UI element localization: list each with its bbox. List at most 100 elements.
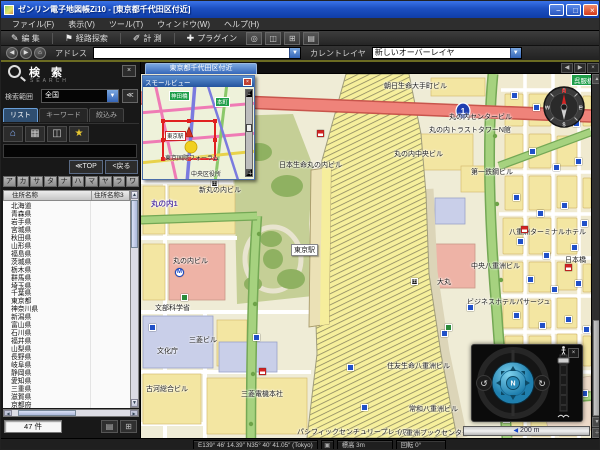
scroll-left-button[interactable]: ◀ (4, 410, 12, 416)
panel-collapse-button[interactable]: ≪ (122, 89, 138, 103)
scroll-right-button[interactable]: ▶ (130, 410, 138, 416)
tab-リスト[interactable]: リスト (3, 108, 38, 122)
layer-list-icon[interactable]: ▤ (303, 32, 319, 45)
nav-widget-close-button[interactable]: × (568, 348, 579, 358)
back-button[interactable]: <戻る (105, 160, 138, 174)
home-button[interactable]: ⌂ (34, 47, 46, 59)
top-button[interactable]: ≪TOP (69, 160, 103, 174)
address-input[interactable] (94, 48, 289, 58)
map-scroll-down-button[interactable]: ▼ (592, 417, 600, 427)
maximize-button[interactable]: □ (566, 4, 581, 16)
kana-button-ナ[interactable]: ナ (58, 176, 71, 187)
route-search-button[interactable]: ⚑経路探索 (59, 32, 114, 45)
minimize-button[interactable]: − (549, 4, 564, 16)
address-list[interactable]: 北海道青森県岩手県宮城県秋田県山形県福島県茨城県栃木県群馬県埼玉県千葉県東京都神… (3, 201, 130, 408)
print-icon[interactable]: ◫ (265, 32, 281, 45)
back-button[interactable]: ◀ (6, 47, 18, 59)
view-icon[interactable]: ◎ (246, 32, 262, 45)
map-link-button[interactable]: ⊞ (120, 420, 137, 433)
kana-button-ハ[interactable]: ハ (72, 176, 85, 187)
address-dropdown-arrow[interactable]: ▼ (289, 48, 300, 58)
small-view-titlebar[interactable]: スモールビュー × (143, 76, 254, 87)
kana-button-ア[interactable]: ア (3, 176, 16, 187)
menu-item[interactable]: ファイル(F) (5, 19, 61, 30)
map-navigation-widget[interactable]: N ↺ ↻ (471, 344, 583, 422)
address-combobox[interactable]: ▼ (93, 47, 301, 59)
menu-item[interactable]: ウィンドウ(W) (150, 19, 217, 30)
layer-combobox[interactable]: 新しいオーバーレイヤ ▼ (372, 47, 522, 59)
edit-label: 編 集 (22, 33, 40, 44)
facility-icon (575, 158, 582, 165)
column-name[interactable]: 住所名称 (4, 191, 92, 200)
tab-絞込み[interactable]: 絞込み (89, 108, 124, 122)
scrollbar-thumb[interactable] (131, 200, 138, 248)
list-horizontal-scrollbar[interactable]: ◀ ▶ (3, 409, 139, 417)
kana-button-ヤ[interactable]: ヤ (99, 176, 112, 187)
map-label: ビジネスホテルパサージュ (467, 297, 550, 307)
close-button[interactable]: × (583, 4, 598, 16)
map-label: 中央八重洲ビル (471, 261, 520, 271)
toolbar-separator (120, 33, 121, 44)
edit-button[interactable]: ✎編 集 (5, 32, 46, 45)
search-range-dropdown-arrow[interactable]: ▼ (107, 90, 118, 102)
search-range-select[interactable]: 全国 ▼ (41, 89, 119, 103)
kana-button-マ[interactable]: マ (85, 176, 98, 187)
kana-button-ワ[interactable]: ワ (126, 176, 139, 187)
favorites-icon[interactable]: ★ (69, 126, 89, 142)
kana-button-ラ[interactable]: ラ (113, 176, 126, 187)
column-name2[interactable]: 住所名称3 (92, 191, 129, 200)
toolbar-separator (174, 33, 175, 44)
list-view-button[interactable]: ▤ (101, 420, 118, 433)
kana-button-カ[interactable]: カ (17, 176, 30, 187)
map-scrollbar-thumb[interactable] (593, 320, 600, 416)
zoom-out-button[interactable]: − (246, 90, 252, 97)
menu-item[interactable]: ヘルプ(H) (217, 19, 266, 30)
facility-icon (467, 304, 474, 311)
search-panel-close-button[interactable]: × (122, 65, 136, 77)
map-viewport[interactable]: 1 朝日生命大手町ビル丸の内センタービル丸の内トラストタワーN館第一鉄鋼ビル丸の… (141, 74, 591, 438)
address-label: アドレス (55, 48, 87, 59)
menu-item[interactable]: ツール(T) (102, 19, 150, 30)
buildings-icon[interactable]: ▦ (25, 126, 45, 142)
menu-item[interactable]: 表示(V) (61, 19, 102, 30)
forward-button[interactable]: ▶ (20, 47, 32, 59)
map-label: 日本生命丸の内ビル (279, 160, 342, 170)
zoom-slider-thumb[interactable] (246, 124, 252, 132)
scroll-down-button[interactable]: ▼ (131, 399, 138, 407)
scrollbar-thumb[interactable] (18, 410, 76, 416)
measure-button[interactable]: ✐計 測 (127, 32, 168, 45)
facility-icon (441, 330, 448, 337)
list-column-header[interactable]: 住所名称 住所名称3 (3, 190, 130, 201)
new-layer-icon[interactable]: ⊞ (284, 32, 300, 45)
plugin-button[interactable]: ✚プラグイン (181, 32, 244, 45)
map-vertical-scrollbar[interactable]: ▲ ▼ ＋ (591, 74, 600, 438)
small-view-zoom-slider[interactable]: − ＋ (245, 89, 253, 177)
home-icon[interactable]: ⌂ (3, 126, 23, 142)
search-text-field[interactable] (3, 144, 137, 158)
map-zoom-plus-button[interactable]: ＋ (592, 428, 600, 438)
flag-icon (259, 368, 266, 375)
menu-bar: ファイル(F)表示(V)ツール(T)ウィンドウ(W)ヘルプ(H) (1, 18, 600, 31)
kana-button-サ[interactable]: サ (30, 176, 43, 187)
list-vertical-scrollbar[interactable]: ▲ ▼ (130, 190, 139, 408)
tab-scroll-left-button[interactable]: ◀ (561, 63, 573, 73)
small-view-close-button[interactable]: × (243, 78, 252, 86)
kana-button-タ[interactable]: タ (44, 176, 57, 187)
tab-キーワード[interactable]: キーワード (39, 108, 88, 122)
list-item[interactable]: 京都府 (3, 400, 130, 408)
svg-text:N: N (510, 381, 515, 388)
map-tab[interactable]: 東京都千代田区付近 (145, 63, 257, 74)
coordinates-readout: E139° 46′ 14.39″ N35° 40′ 41.05″ (Tokyo) (193, 440, 318, 450)
tab-close-button[interactable]: × (587, 63, 599, 73)
small-view-map[interactable]: 神田橋本町東京駅東京国際フォーラム中央区役所 − ＋ (143, 87, 254, 179)
landmark-icon[interactable]: ◫ (47, 126, 67, 142)
tab-scroll-right-button[interactable]: ▶ (574, 63, 586, 73)
small-view-window[interactable]: スモールビュー × (142, 75, 255, 180)
scroll-up-button[interactable]: ▲ (131, 191, 138, 199)
search-range-label: 検索範囲 (5, 92, 33, 102)
zoom-in-button[interactable]: ＋ (246, 169, 252, 176)
map-scroll-up-button[interactable]: ▲ (592, 74, 600, 84)
svg-text:S: S (562, 123, 566, 129)
layer-dropdown-arrow[interactable]: ▼ (510, 48, 521, 58)
smallview-label: 神田橋 (169, 91, 190, 101)
